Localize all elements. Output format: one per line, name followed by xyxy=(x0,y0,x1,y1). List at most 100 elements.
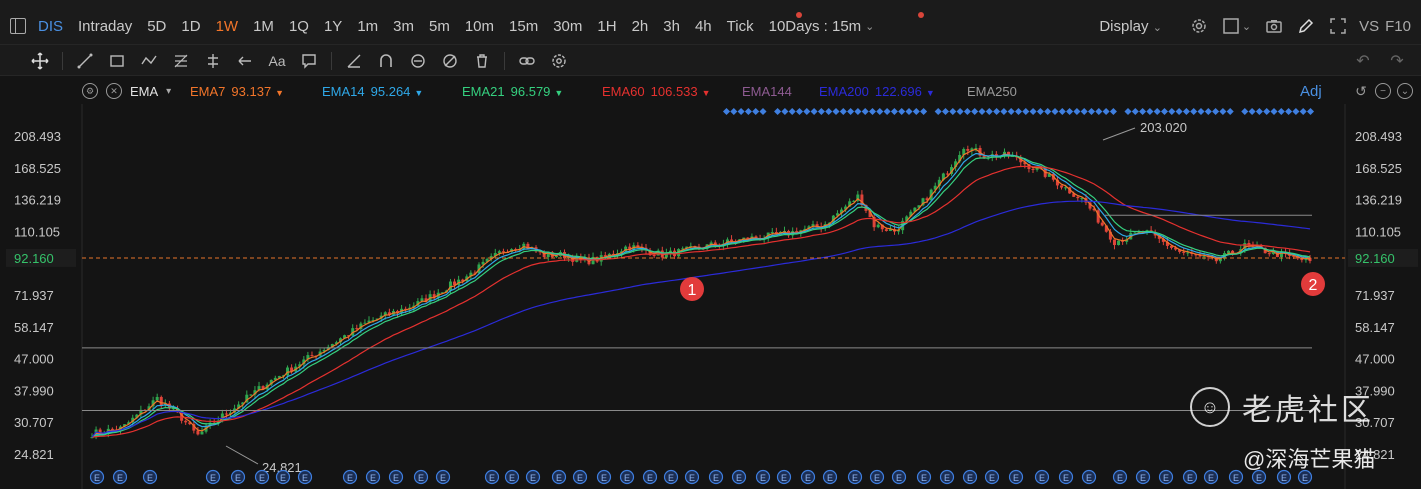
timeframe-30m[interactable]: 30m xyxy=(553,18,582,35)
polyline-tool-icon[interactable] xyxy=(139,51,159,71)
timeframe-5m[interactable]: 5m xyxy=(429,18,450,35)
pencil-icon[interactable] xyxy=(1297,17,1315,35)
top-right-controls: Display ⌄ ⌄ VS F10 xyxy=(1099,12,1411,40)
top-toolbar: DIS Intraday 5D 1D 1W 1M 1Q 1Y 1m 3m 5m 10m 15m 30m 1… xyxy=(0,0,1421,44)
price-chart[interactable]: 208.493 208.493 168.525 168.525 136.219 136.2… xyxy=(0,104,1421,489)
event-letter: E xyxy=(147,473,153,483)
minus-icon[interactable]: − xyxy=(1375,83,1391,99)
close-icon[interactable]: ✕ xyxy=(106,83,122,99)
indicator-right-controls: ↺ − ⌄ xyxy=(1347,83,1413,99)
y-tick-label-right: 47.000 xyxy=(1355,352,1395,367)
ema-item-ema14[interactable]: EMA14 95.264 ▼ xyxy=(322,84,423,99)
timeframe-1d[interactable]: 1D xyxy=(181,18,200,35)
eraser-icon[interactable] xyxy=(344,51,364,71)
event-letter: E xyxy=(1187,473,1193,483)
y-tick-label-left: 58.147 xyxy=(14,320,54,335)
trend-line-icon[interactable] xyxy=(75,51,95,71)
adj-toggle[interactable]: Adj xyxy=(1300,83,1322,100)
event-letter: E xyxy=(1039,473,1045,483)
timeframe-4h[interactable]: 4h xyxy=(695,18,712,35)
timeframe-5d[interactable]: 5D xyxy=(147,18,166,35)
chevron-down-icon[interactable]: ⌄ xyxy=(1242,20,1251,33)
note-tool-icon[interactable] xyxy=(299,51,319,71)
undo-icon[interactable]: ↶ xyxy=(1353,51,1373,71)
ema-item-ema21[interactable]: EMA21 96.579 ▼ xyxy=(462,84,563,99)
f10-button[interactable]: F10 xyxy=(1385,18,1411,35)
event-letter: E xyxy=(689,473,695,483)
ema-item-ema7[interactable]: EMA7 93.137 ▼ xyxy=(190,84,284,99)
ema-item-ema200[interactable]: EMA200 122.696 ▼ xyxy=(819,84,935,99)
ema-label: EMA14 xyxy=(322,84,365,99)
candle-body xyxy=(249,394,253,396)
timeframe-1h[interactable]: 1H xyxy=(597,18,616,35)
settings-gear-icon[interactable] xyxy=(549,51,569,71)
event-letter: E xyxy=(1163,473,1169,483)
camera-icon[interactable] xyxy=(1265,17,1283,35)
event-letter: E xyxy=(210,473,216,483)
timeframe-1w[interactable]: 1W xyxy=(216,18,239,35)
event-letter: E xyxy=(235,473,241,483)
redo-icon[interactable]: ↷ xyxy=(1387,51,1407,71)
trash-icon[interactable] xyxy=(472,51,492,71)
timeframe-15m[interactable]: 15m xyxy=(509,18,538,35)
event-letter: E xyxy=(302,473,308,483)
event-letter: E xyxy=(874,473,880,483)
square-layout-icon[interactable] xyxy=(1222,17,1240,35)
timeframe-tick[interactable]: Tick xyxy=(727,18,754,35)
candle-body xyxy=(110,428,114,430)
event-letter: E xyxy=(489,473,495,483)
candle-body xyxy=(945,173,949,175)
ema-item-ema60[interactable]: EMA60 106.533 ▼ xyxy=(602,84,711,99)
hide-drawings-icon[interactable] xyxy=(440,51,460,71)
timeframe-1q[interactable]: 1Q xyxy=(289,18,309,35)
lock-drawing-icon[interactable] xyxy=(408,51,428,71)
candle-body xyxy=(554,255,558,258)
candle-body xyxy=(196,430,200,435)
display-menu[interactable]: Display ⌄ xyxy=(1099,18,1162,35)
rectangle-tool-icon[interactable] xyxy=(107,51,127,71)
indicator-name[interactable]: EMA xyxy=(130,84,158,99)
move-cross-icon[interactable] xyxy=(30,51,50,71)
down-arrow-icon: ▼ xyxy=(701,88,711,98)
reset-icon[interactable]: ↺ xyxy=(1353,83,1369,99)
ema-item-ema250[interactable]: EMA250 xyxy=(967,84,1017,99)
timeframe-3h[interactable]: 3h xyxy=(663,18,680,35)
event-letter: E xyxy=(989,473,995,483)
timeframe-3m[interactable]: 3m xyxy=(393,18,414,35)
timeframe-1m[interactable]: 1m xyxy=(357,18,378,35)
arrow-tool-icon[interactable] xyxy=(235,51,255,71)
chevron-down-icon[interactable]: ▾ xyxy=(166,86,171,97)
magnet-icon[interactable] xyxy=(376,51,396,71)
fibonacci-tool-icon[interactable] xyxy=(171,51,191,71)
timeframe-intraday[interactable]: Intraday xyxy=(78,18,132,35)
symbol-label[interactable]: DIS xyxy=(38,18,63,35)
timeframe-1m[interactable]: 1M xyxy=(253,18,274,35)
timeframe-2h[interactable]: 2h xyxy=(632,18,649,35)
timeframe-1y[interactable]: 1Y xyxy=(324,18,342,35)
panel-layout-icon[interactable] xyxy=(10,18,26,34)
link-icon[interactable] xyxy=(517,51,537,71)
text-tool-icon[interactable]: Aa xyxy=(267,51,287,71)
measure-tool-icon[interactable] xyxy=(203,51,223,71)
event-letter: E xyxy=(921,473,927,483)
chevron-down-icon[interactable]: ⌄ xyxy=(1397,83,1413,99)
interval-select[interactable]: 10Days : 15m ⌄ xyxy=(769,18,875,35)
indicator-settings-icon[interactable]: ⚙ xyxy=(82,83,98,99)
interval-value: 10Days : 15m xyxy=(768,17,862,35)
candle-body xyxy=(363,322,367,324)
event-letter: E xyxy=(647,473,653,483)
y-tick-label-right: 92.160 xyxy=(1355,251,1395,266)
y-tick-label-right: 110.105 xyxy=(1355,224,1401,239)
vs-button[interactable]: VS xyxy=(1359,18,1379,35)
gear-icon[interactable] xyxy=(1190,17,1208,35)
high-annotation: 203.020 xyxy=(1140,120,1187,135)
timeframe-10m[interactable]: 10m xyxy=(465,18,494,35)
ema-value: 106.533 xyxy=(650,84,698,99)
ema-value: 93.137 xyxy=(231,84,272,99)
ema-item-ema144[interactable]: EMA144 xyxy=(742,84,792,99)
candle-body xyxy=(1112,239,1116,246)
fullscreen-icon[interactable] xyxy=(1329,17,1347,35)
event-letter: E xyxy=(509,473,515,483)
candle-body xyxy=(497,251,501,254)
y-tick-label-left: 47.000 xyxy=(14,352,54,367)
